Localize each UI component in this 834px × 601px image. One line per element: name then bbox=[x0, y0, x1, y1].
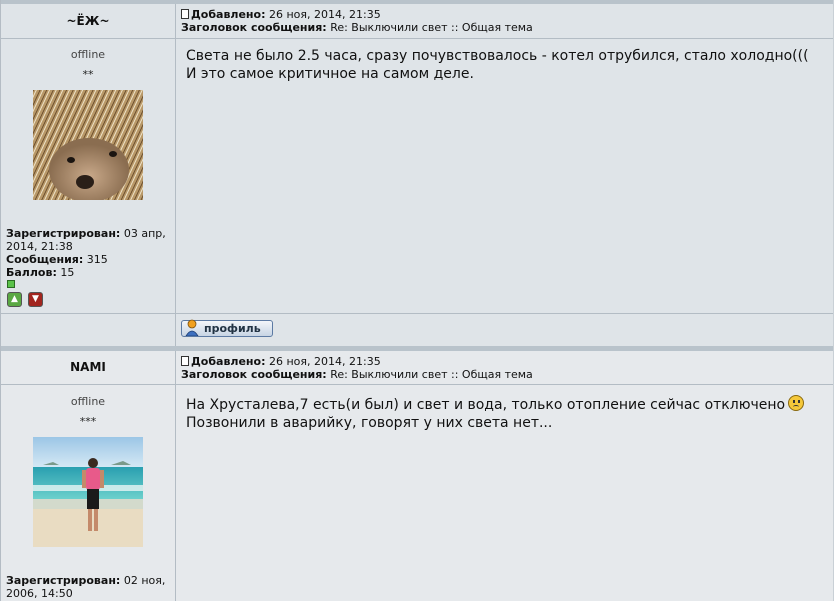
post-body-line: Позвонили в аварийку, говорят у них свет… bbox=[186, 415, 553, 431]
hedgehog-avatar-image bbox=[33, 90, 143, 200]
author-stats: Зарегистрирован: 03 апр, 2014, 21:38 Соо… bbox=[6, 227, 174, 279]
author-name[interactable]: NAMI bbox=[1, 351, 175, 385]
user-rank: *** bbox=[79, 415, 97, 428]
messages-count: 315 bbox=[86, 253, 108, 266]
avatar bbox=[33, 90, 143, 200]
added-label: Добавлено: bbox=[191, 8, 266, 21]
post-body: На Хрусталева,7 есть(и был) и свет и вод… bbox=[186, 395, 823, 432]
post-body: Света не было 2.5 часа, сразу почувствов… bbox=[186, 47, 823, 83]
beach-avatar-image bbox=[33, 437, 143, 547]
online-status: offline bbox=[70, 48, 106, 61]
header-divider bbox=[176, 38, 833, 39]
subject-label: Заголовок сообщения: bbox=[181, 368, 327, 381]
subject-value: Re: Выключили свет :: Общая тема bbox=[330, 21, 533, 34]
rating-bar-icon bbox=[7, 280, 15, 288]
thumbs-up-icon[interactable]: ▲ bbox=[7, 292, 22, 307]
profile-button-label: профиль bbox=[204, 322, 261, 335]
online-status: offline bbox=[70, 395, 106, 408]
subject-label: Заголовок сообщения: bbox=[181, 21, 327, 34]
sad-smiley-icon bbox=[788, 395, 805, 411]
avatar bbox=[33, 437, 143, 547]
message-column bbox=[176, 351, 833, 601]
user-icon bbox=[185, 319, 199, 336]
post-header: Добавлено: 26 ноя, 2014, 21:35 Заголовок… bbox=[181, 8, 533, 34]
added-date: 26 ноя, 2014, 21:35 bbox=[269, 355, 381, 368]
post-header: Добавлено: 26 ноя, 2014, 21:35 Заголовок… bbox=[181, 355, 533, 381]
added-label: Добавлено: bbox=[191, 355, 266, 368]
registered-label: Зарегистрирован: bbox=[6, 574, 121, 587]
user-rank: ** bbox=[82, 68, 94, 81]
messages-label: Сообщения: bbox=[6, 253, 84, 266]
footer-divider bbox=[1, 313, 833, 314]
post-icon[interactable] bbox=[181, 356, 189, 366]
forum-post: NAMI Добавлено: 26 ноя, 2014, 21:35 Заго… bbox=[0, 346, 833, 601]
post-icon[interactable] bbox=[181, 9, 189, 19]
points-count: 15 bbox=[60, 266, 75, 279]
subject-value: Re: Выключили свет :: Общая тема bbox=[330, 368, 533, 381]
added-date: 26 ноя, 2014, 21:35 bbox=[269, 8, 381, 21]
thumbs-down-icon[interactable]: ▼ bbox=[28, 292, 43, 307]
author-stats: Зарегистрирован: 02 ноя, 2006, 14:50 bbox=[6, 574, 174, 600]
author-name[interactable]: ~ЁЖ~ bbox=[1, 4, 175, 39]
forum-post: ~ЁЖ~ Добавлено: 26 ноя, 2014, 21:35 Заго… bbox=[0, 0, 833, 346]
registered-label: Зарегистрирован: bbox=[6, 227, 121, 240]
profile-button[interactable]: профиль bbox=[181, 319, 273, 337]
post-body-line: Света не было 2.5 часа, сразу почувствов… bbox=[186, 48, 809, 64]
post-body-line: И это самое критичное на самом деле. bbox=[186, 66, 474, 82]
post-body-line: На Хрусталева,7 есть(и был) и свет и вод… bbox=[186, 397, 786, 413]
points-label: Баллов: bbox=[6, 266, 57, 279]
header-divider bbox=[176, 384, 833, 385]
